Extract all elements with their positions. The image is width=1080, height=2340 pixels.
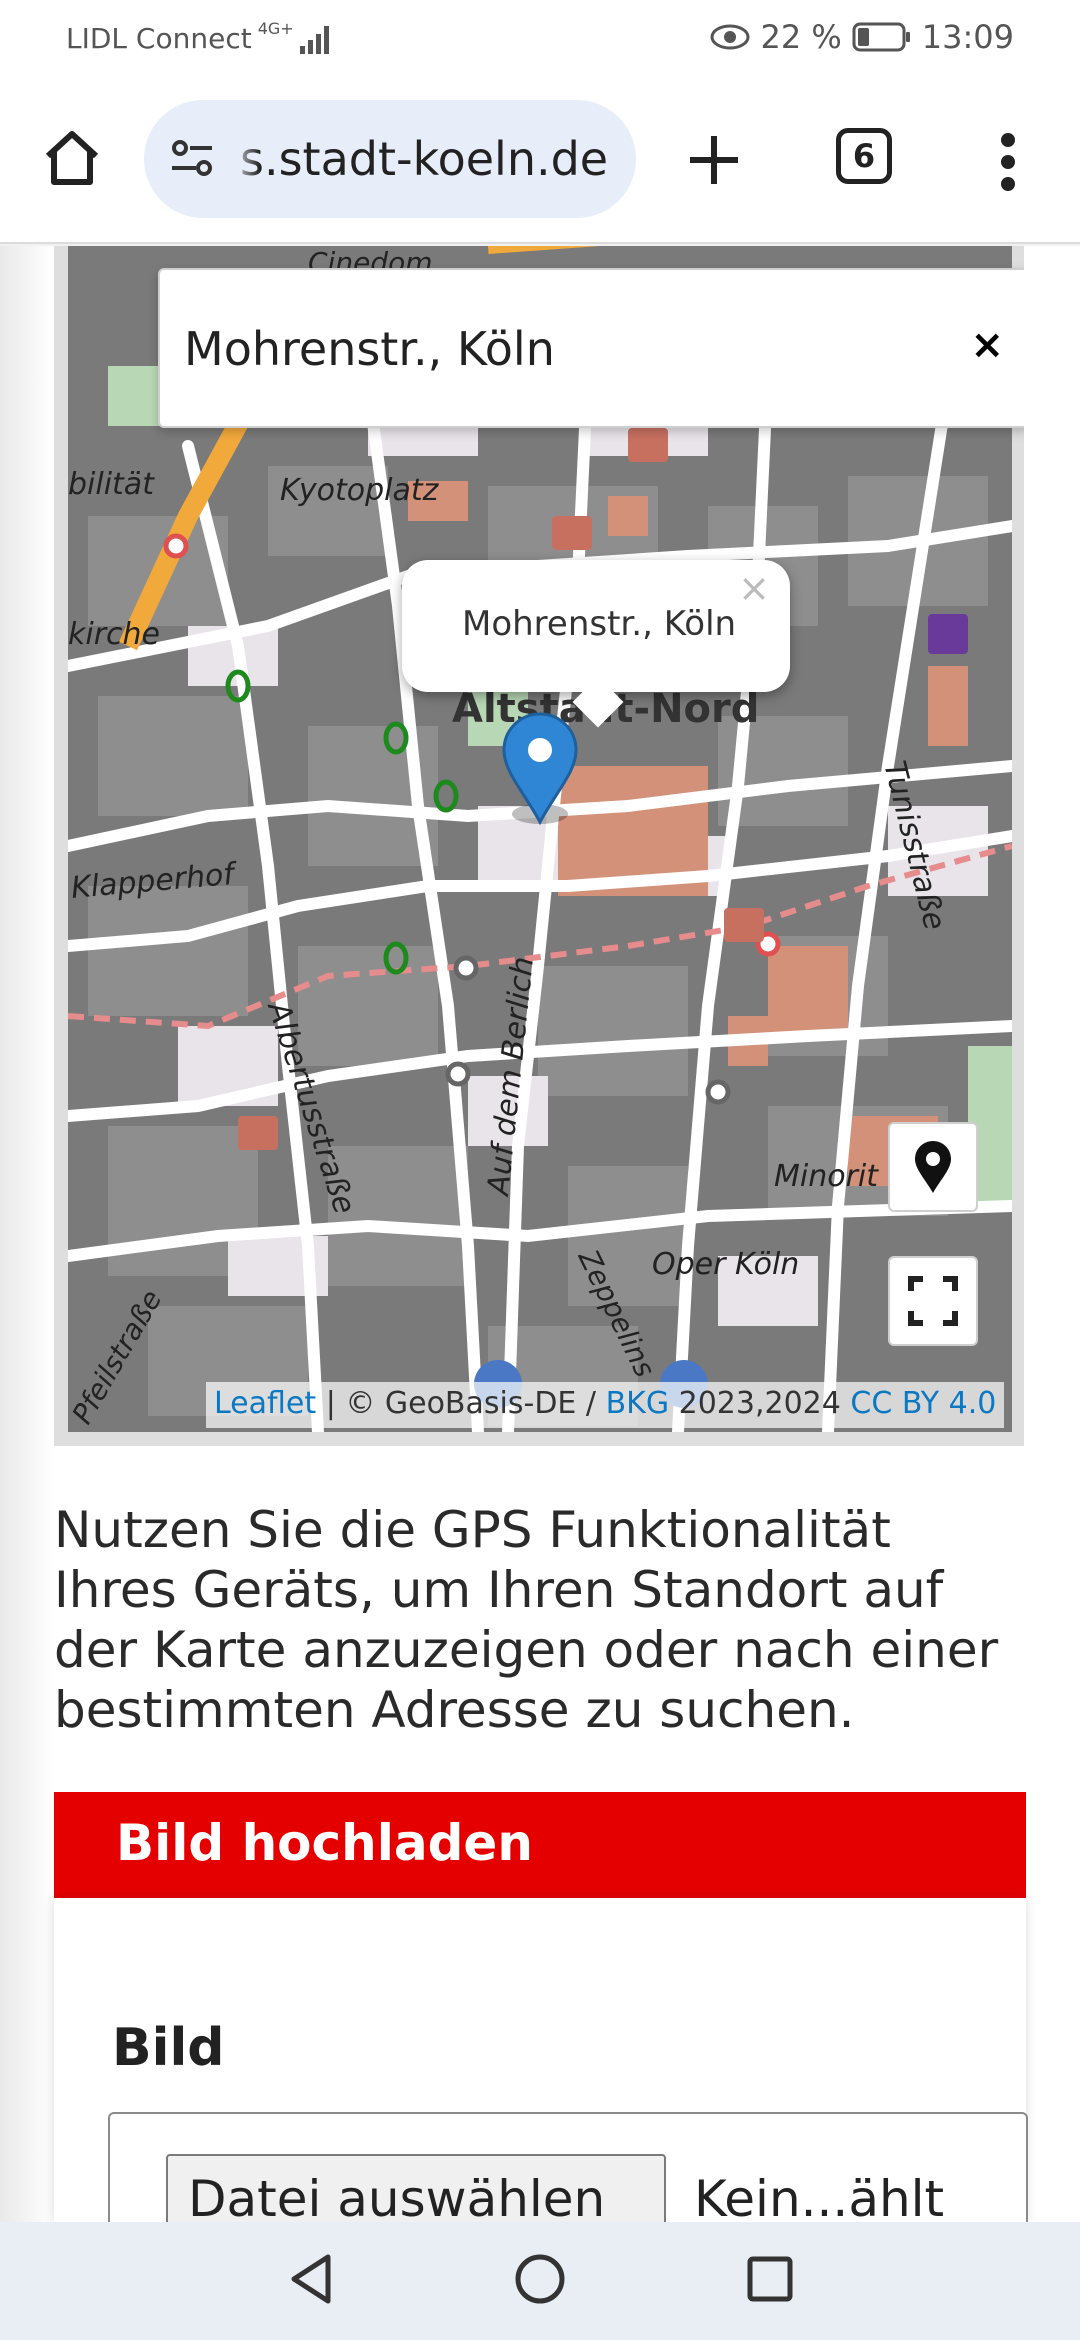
back-icon bbox=[291, 2254, 331, 2304]
tab-count: 6 bbox=[852, 137, 876, 175]
battery-percent: 22 % bbox=[760, 18, 842, 56]
search-clear-button[interactable]: × bbox=[970, 322, 1004, 368]
map-attribution: Leaflet | © GeoBasis-DE / BKG 2023,2024 … bbox=[206, 1382, 1005, 1428]
recents-icon bbox=[747, 2256, 793, 2302]
upload-section-title: Bild hochladen bbox=[116, 1814, 533, 1872]
popup-address: Mohrenstr., Köln bbox=[462, 604, 737, 644]
home-nav-button[interactable] bbox=[508, 2244, 572, 2314]
popup-close-button[interactable]: × bbox=[738, 566, 770, 610]
fullscreen-button[interactable] bbox=[888, 1256, 978, 1346]
image-field-label: Bild bbox=[112, 2018, 225, 2078]
browser-toolbar: s.stadt-koeln.de 6 bbox=[0, 80, 1080, 244]
system-nav-bar bbox=[0, 2222, 1080, 2340]
locate-me-button[interactable] bbox=[888, 1122, 978, 1212]
back-button[interactable] bbox=[280, 2244, 340, 2314]
tab-switcher-button[interactable]: 6 bbox=[836, 128, 892, 184]
choose-file-button[interactable]: Datei auswählen bbox=[166, 2154, 666, 2222]
leaflet-link[interactable]: Leaflet bbox=[214, 1386, 316, 1421]
home-icon bbox=[45, 131, 99, 185]
home-circle-icon bbox=[515, 2254, 565, 2304]
network-type: 4G+ bbox=[257, 19, 294, 38]
file-status-text: Kein...ählt bbox=[694, 2170, 945, 2222]
attribution-text-1: | © GeoBasis-DE / bbox=[316, 1386, 606, 1421]
license-link[interactable]: CC BY 4.0 bbox=[850, 1386, 996, 1421]
attribution-years: 2023,2024 bbox=[669, 1386, 851, 1421]
fullscreen-icon bbox=[908, 1276, 958, 1326]
upload-section-body: Bild Datei auswählen Kein...ählt bbox=[54, 1898, 1028, 2222]
label-mobilitaet: bilität bbox=[68, 467, 155, 502]
site-settings-icon[interactable] bbox=[168, 134, 218, 184]
home-button[interactable] bbox=[36, 122, 108, 194]
signal-icon bbox=[299, 25, 329, 54]
status-bar: LIDL Connect 4G+ 22 % 13:09 bbox=[0, 0, 1080, 80]
label-minorit: Minorit bbox=[774, 1159, 879, 1194]
web-page: Kyotoplatz Altstadt-Nord Klapperhof Albe… bbox=[0, 246, 1080, 2222]
file-input[interactable]: Datei auswählen Kein...ählt bbox=[108, 2112, 1028, 2222]
browser-menu-button[interactable] bbox=[990, 124, 1026, 200]
label-oper-koeln: Oper Köln bbox=[652, 1247, 799, 1282]
upload-section-header: Bild hochladen bbox=[54, 1792, 1026, 1898]
carrier-label: LIDL Connect bbox=[66, 22, 252, 55]
map-search-box[interactable]: Mohrenstr., Köln × bbox=[158, 268, 1024, 428]
label-kyotoplatz: Kyotoplatz bbox=[280, 473, 440, 508]
url-text: s.stadt-koeln.de bbox=[240, 132, 609, 186]
bkg-link[interactable]: BKG bbox=[606, 1386, 670, 1421]
clock: 13:09 bbox=[921, 18, 1014, 56]
label-kirche: kirche bbox=[68, 617, 160, 652]
new-tab-button[interactable] bbox=[676, 122, 752, 198]
map-search-input[interactable]: Mohrenstr., Köln bbox=[184, 322, 555, 376]
plus-icon bbox=[690, 136, 738, 184]
page-edge bbox=[0, 246, 54, 2222]
gps-description: Nutzen Sie die GPS Funktionalität Ihres … bbox=[54, 1501, 999, 1739]
url-fade bbox=[230, 100, 260, 218]
more-vert-icon bbox=[1001, 133, 1015, 191]
map-popup: Mohrenstr., Köln × bbox=[402, 560, 790, 728]
map-container[interactable]: Kyotoplatz Altstadt-Nord Klapperhof Albe… bbox=[54, 246, 1024, 1446]
location-pin-icon bbox=[915, 1141, 951, 1193]
recents-button[interactable] bbox=[740, 2244, 800, 2314]
address-bar[interactable]: s.stadt-koeln.de bbox=[144, 100, 636, 218]
battery-icon bbox=[852, 22, 910, 52]
eye-icon bbox=[710, 24, 750, 50]
